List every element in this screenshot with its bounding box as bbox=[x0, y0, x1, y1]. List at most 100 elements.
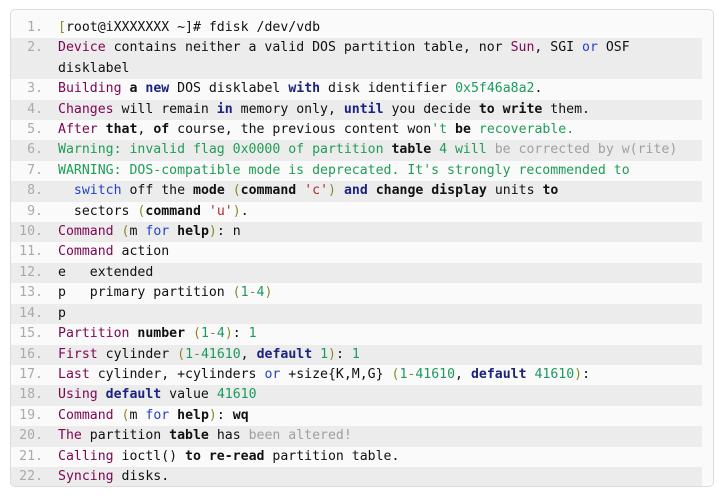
code-token: 1 bbox=[185, 346, 194, 362]
code-token: wq bbox=[232, 407, 249, 423]
code-line-text: e extended bbox=[49, 263, 702, 283]
code-line: 7. WARNING: DOS-compatible mode is deprec… bbox=[11, 160, 702, 182]
code-token: to re-read bbox=[185, 448, 265, 464]
code-line-text: Changes will remain in memory only, unti… bbox=[49, 100, 702, 120]
code-token: p primary partition bbox=[58, 285, 233, 301]
line-number: 16. bbox=[19, 346, 43, 362]
code-token: 1 bbox=[240, 285, 249, 301]
line-number: 21. bbox=[19, 448, 43, 464]
code-token: - bbox=[248, 285, 257, 301]
code-listing-block[interactable]: 1. [root@iXXXXXXX ~]# fdisk /dev/vdb 2. Dev… bbox=[10, 9, 714, 487]
code-token: 1 bbox=[351, 346, 360, 362]
code-token: default bbox=[470, 366, 527, 382]
code-token: switch bbox=[73, 183, 122, 199]
code-token: root@iXXXXXXX ~]# fdisk /dev/vdb bbox=[65, 20, 321, 35]
code-line-text: Calling ioctl() to re-read partition tab… bbox=[49, 447, 702, 467]
code-token: The bbox=[58, 428, 82, 444]
code-token: Syncing bbox=[58, 468, 114, 484]
code-token: 4 will bbox=[431, 142, 495, 158]
line-number: 5. bbox=[27, 122, 43, 138]
code-line: 10. Command (m for help): n bbox=[11, 222, 702, 243]
code-token: units bbox=[486, 183, 543, 199]
code-token: 41610 bbox=[534, 366, 575, 382]
code-line: 17. Last cylinder, +cylinders or +size{K,… bbox=[11, 364, 702, 386]
line-number: 10. bbox=[19, 224, 43, 240]
code-line: 2. Device contains neither a valid DOS pa… bbox=[11, 38, 702, 80]
line-number: 4. bbox=[27, 101, 43, 117]
line-number: 9. bbox=[27, 203, 43, 219]
code-token: Using bbox=[58, 387, 98, 403]
code-token: m bbox=[129, 407, 146, 423]
code-token: to write bbox=[478, 101, 543, 117]
code-line: 15. Partition number (1-4): 1 bbox=[11, 324, 702, 345]
line-number: 6. bbox=[27, 142, 43, 158]
code-token: m bbox=[129, 224, 146, 240]
code-token: After bbox=[58, 122, 98, 138]
code-line: 11. Command action bbox=[11, 242, 702, 263]
code-token: : bbox=[336, 346, 352, 362]
code-token: [ bbox=[58, 20, 66, 35]
code-token: WARNING: DOS-compatible mode is deprecat… bbox=[58, 162, 630, 178]
code-line-text: p primary partition (1-4) bbox=[49, 283, 702, 303]
code-token: number bbox=[137, 326, 186, 342]
code-token: will remain bbox=[113, 101, 217, 117]
code-token: off the bbox=[121, 183, 193, 199]
code-token: - bbox=[193, 346, 201, 362]
code-token: Calling bbox=[58, 448, 114, 464]
code-token: Building bbox=[58, 81, 122, 97]
code-line-text: switch off the mode (command 'c') and ch… bbox=[49, 181, 702, 201]
code-token: ) bbox=[264, 285, 273, 301]
code-line: 21. Calling ioctl() to re-read partition … bbox=[11, 446, 702, 467]
code-token: ( bbox=[193, 326, 201, 342]
code-line: 4. Changes will remain in memory only, un… bbox=[11, 99, 702, 121]
code-token: that bbox=[105, 122, 138, 138]
code-token: 'u' bbox=[208, 203, 233, 219]
code-line-text: The partition table has been altered! bbox=[49, 426, 702, 446]
code-line: 9. sectors (command 'u'). bbox=[11, 201, 702, 223]
code-token: Changes bbox=[58, 101, 114, 117]
code-token: +size{K,M,G} bbox=[280, 366, 392, 382]
code-token: default bbox=[256, 346, 313, 362]
line-number: 3. bbox=[27, 81, 43, 97]
code-token: 'c' bbox=[304, 183, 329, 199]
code-token: table bbox=[169, 428, 209, 444]
code-line: 19. Command (m for help): wq bbox=[11, 405, 702, 427]
code-token: ) bbox=[208, 224, 217, 240]
code-line: 6. Warning: invalid flag 0x0000 of partit… bbox=[11, 140, 702, 161]
code-token: help bbox=[177, 407, 209, 423]
code-token: be bbox=[455, 122, 471, 138]
line-number: 8. bbox=[27, 183, 43, 199]
code-token: p bbox=[58, 305, 66, 321]
code-token: ) bbox=[328, 346, 336, 362]
code-token: : bbox=[582, 366, 591, 382]
code-token: table bbox=[391, 142, 432, 158]
code-token: memory only, bbox=[232, 101, 344, 117]
code-token: 1 bbox=[320, 346, 329, 362]
code-token: - bbox=[208, 326, 217, 342]
code-token: ) bbox=[208, 407, 217, 423]
code-line-text: First cylinder (1-41610, default 1): 1 bbox=[49, 345, 702, 365]
code-token: ioctl() bbox=[113, 448, 186, 464]
code-token: DOS disklabel bbox=[169, 81, 289, 97]
code-line: 14. p bbox=[11, 303, 702, 325]
code-token: ( bbox=[232, 285, 241, 301]
line-number: 18. bbox=[19, 387, 43, 403]
code-token: Last bbox=[58, 366, 90, 382]
code-token: value bbox=[161, 387, 217, 403]
code-token: action bbox=[113, 244, 170, 260]
code-line: 3. Building a new DOS disklabel with disk… bbox=[11, 79, 702, 100]
code-token: : bbox=[232, 326, 249, 342]
code-token: 4 bbox=[216, 326, 225, 342]
code-token: to bbox=[542, 183, 559, 199]
code-token: , bbox=[455, 366, 471, 382]
code-listing-rows: 1. [root@iXXXXXXX ~]# fdisk /dev/vdb 2. Dev… bbox=[11, 10, 713, 486]
line-number: 14. bbox=[19, 305, 43, 321]
code-token: Command bbox=[58, 244, 114, 260]
code-token: Partition bbox=[58, 326, 130, 342]
code-line-text: Using default value 41610 bbox=[49, 385, 702, 405]
code-token: Sun bbox=[510, 40, 535, 56]
